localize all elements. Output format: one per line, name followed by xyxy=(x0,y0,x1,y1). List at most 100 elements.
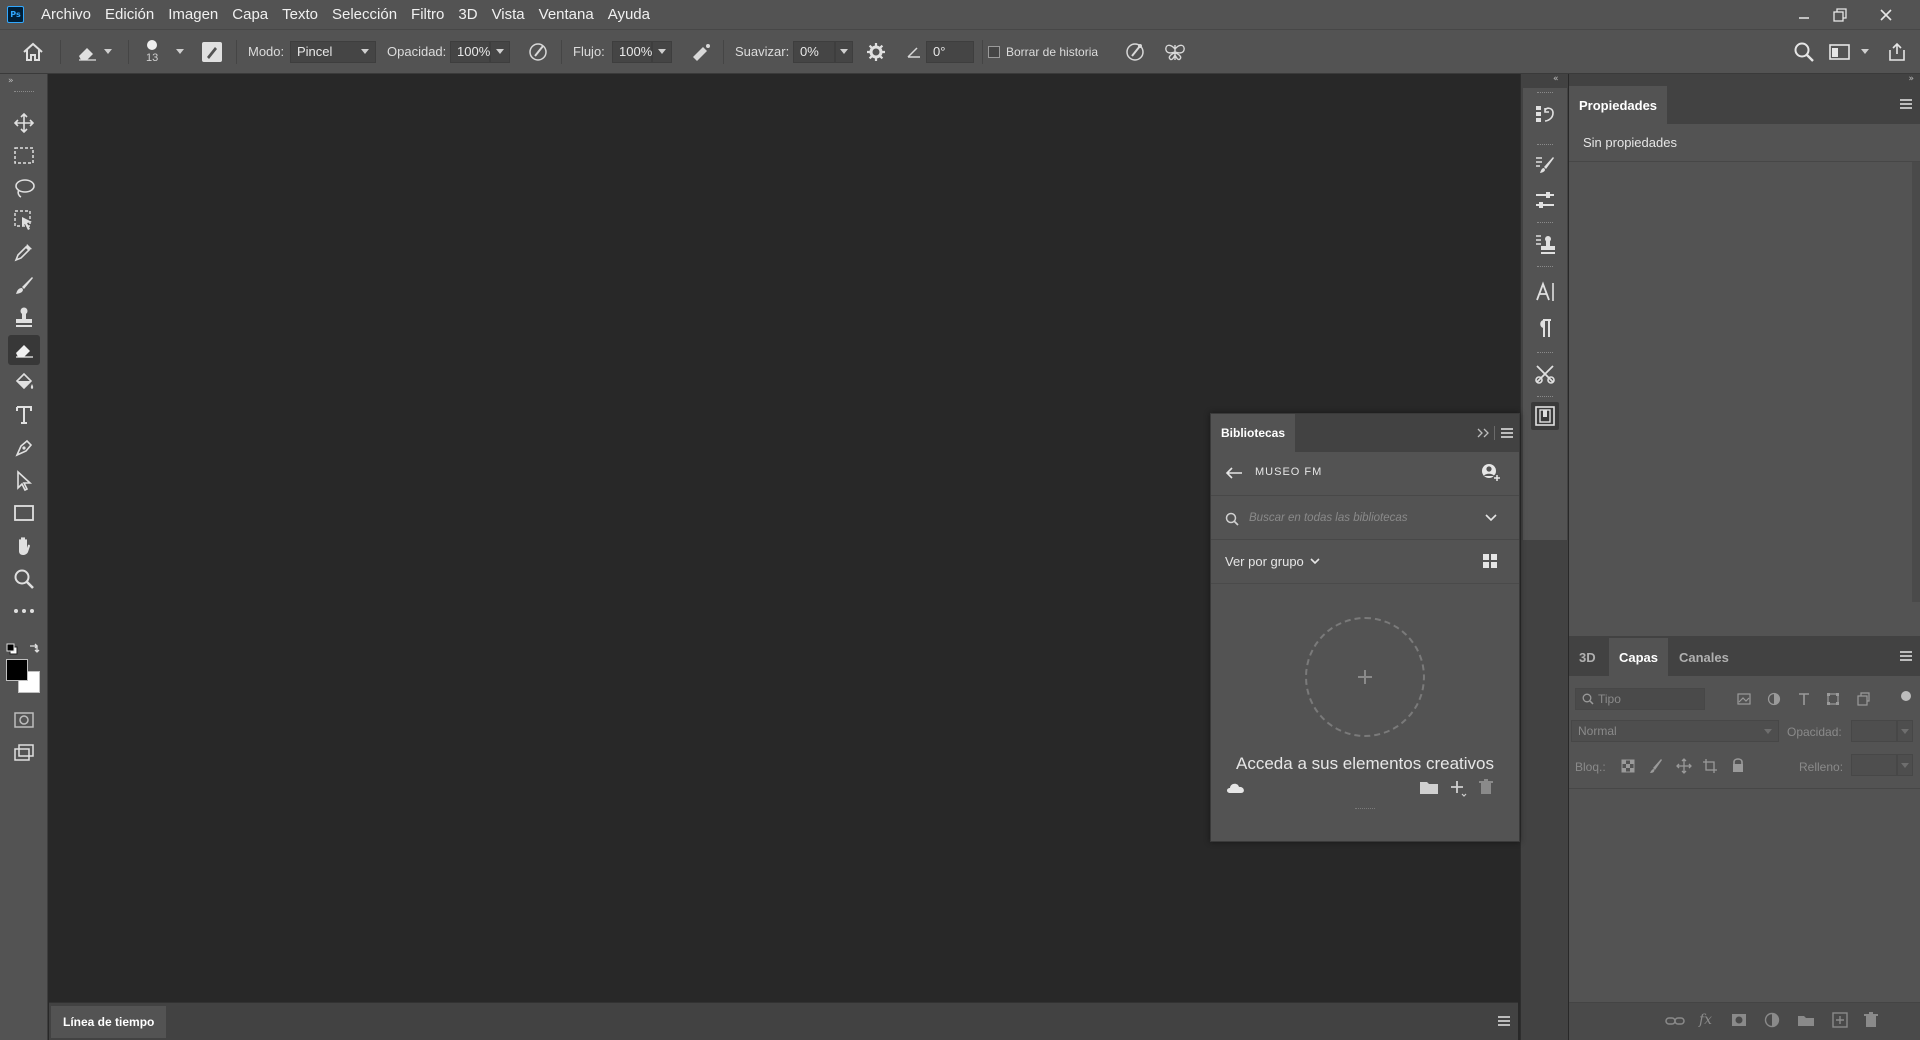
brush-settings-button[interactable] xyxy=(201,30,223,73)
quick-mask-button[interactable] xyxy=(8,705,40,735)
menu-filtro[interactable]: Filtro xyxy=(404,0,451,29)
delete-layer-icon[interactable] xyxy=(1864,1012,1878,1028)
collapse-panels-icon[interactable]: » xyxy=(1908,74,1914,84)
eraser-tool[interactable] xyxy=(8,335,40,365)
erase-history-checkbox[interactable]: Borrar de historia xyxy=(988,30,1098,73)
menu-archivo[interactable]: Archivo xyxy=(34,0,98,29)
brush-preset-picker[interactable]: 13 xyxy=(146,30,158,73)
pressure-opacity-button[interactable] xyxy=(527,30,549,73)
lock-position-icon[interactable] xyxy=(1676,758,1692,774)
lasso-tool[interactable] xyxy=(8,173,40,203)
tab-properties[interactable]: Propiedades xyxy=(1569,86,1668,124)
panel-grip[interactable] xyxy=(1537,266,1553,268)
blend-mode-select[interactable]: Normal xyxy=(1571,720,1779,742)
new-layer-icon[interactable] xyxy=(1832,1012,1848,1028)
menu-ventana[interactable]: Ventana xyxy=(532,0,601,29)
layer-filter-select[interactable]: Tipo xyxy=(1575,688,1705,710)
swap-colors-button[interactable] xyxy=(28,639,40,658)
lock-all-icon[interactable] xyxy=(1731,757,1745,773)
panel-grip[interactable] xyxy=(1537,352,1553,354)
pixel-filter-icon[interactable] xyxy=(1737,693,1751,705)
opacity-dropdown[interactable] xyxy=(490,40,510,63)
marquee-tool[interactable] xyxy=(8,141,40,171)
shape-filter-icon[interactable] xyxy=(1826,692,1840,706)
paragraph-panel-button[interactable] xyxy=(1531,314,1559,342)
adjustments-panel-button[interactable] xyxy=(1531,186,1559,214)
folder-icon[interactable] xyxy=(1419,779,1439,795)
smoothing-dropdown[interactable] xyxy=(835,40,853,63)
hand-tool[interactable] xyxy=(8,531,40,561)
adjustment-filter-icon[interactable] xyxy=(1767,692,1781,706)
screen-mode-button[interactable] xyxy=(8,738,40,768)
lock-pixels-icon[interactable] xyxy=(1649,758,1663,774)
workspace-switcher[interactable] xyxy=(1829,30,1869,73)
libraries-panel-menu[interactable] xyxy=(1501,428,1513,438)
eyedropper-tool[interactable] xyxy=(8,237,40,267)
tab-layers[interactable]: Capas xyxy=(1609,638,1669,676)
mode-select[interactable]: Pincel xyxy=(290,40,376,63)
chevron-down-icon[interactable] xyxy=(1485,514,1497,522)
adjustment-layer-icon[interactable] xyxy=(1764,1012,1780,1028)
brush-tool[interactable] xyxy=(8,270,40,300)
paint-bucket-tool[interactable] xyxy=(8,368,40,398)
cloud-icon[interactable] xyxy=(1225,780,1247,794)
collapse-toolbar-icon[interactable]: » xyxy=(8,76,14,86)
add-collaborator-icon[interactable] xyxy=(1480,463,1502,483)
default-colors-button[interactable] xyxy=(6,640,18,659)
smart-object-filter-icon[interactable] xyxy=(1856,692,1870,706)
brush-settings-panel-button[interactable] xyxy=(1531,150,1559,178)
layer-opacity-dropdown[interactable] xyxy=(1897,720,1913,742)
tool-presets-panel-button[interactable] xyxy=(1531,360,1559,388)
share-button[interactable] xyxy=(1887,30,1907,73)
tab-timeline[interactable]: Línea de tiempo xyxy=(51,1006,167,1038)
menu-vista[interactable]: Vista xyxy=(485,0,532,29)
lock-transparent-icon[interactable] xyxy=(1621,759,1635,773)
move-tool[interactable] xyxy=(8,108,40,138)
flow-input[interactable]: 100% xyxy=(612,40,652,63)
restore-button[interactable] xyxy=(1822,0,1858,29)
filter-toggle-icon[interactable] xyxy=(1901,691,1911,701)
libraries-panel-button[interactable] xyxy=(1531,402,1559,430)
airbrush-button[interactable] xyxy=(689,30,713,73)
layers-panel-menu[interactable] xyxy=(1900,651,1912,661)
panel-grip[interactable] xyxy=(1537,144,1553,146)
menu-ayuda[interactable]: Ayuda xyxy=(601,0,657,29)
panel-grip[interactable] xyxy=(1537,92,1553,94)
toolbar-grip[interactable] xyxy=(14,91,34,92)
menu-texto[interactable]: Texto xyxy=(275,0,325,29)
type-filter-icon[interactable] xyxy=(1797,692,1811,706)
properties-panel-menu[interactable] xyxy=(1900,99,1912,109)
symmetry-button[interactable] xyxy=(1163,30,1187,73)
zoom-tool[interactable] xyxy=(8,564,40,594)
properties-scrollbar[interactable] xyxy=(1912,162,1920,602)
foreground-color-swatch[interactable] xyxy=(6,659,28,681)
menu-edicion[interactable]: Edición xyxy=(98,0,161,29)
tool-preset-picker[interactable] xyxy=(76,30,112,73)
opacity-input[interactable]: 100% xyxy=(450,40,490,63)
character-panel-button[interactable] xyxy=(1531,278,1559,306)
menu-capa[interactable]: Capa xyxy=(225,0,275,29)
clone-source-panel-button[interactable] xyxy=(1531,230,1559,258)
tab-3d[interactable]: 3D xyxy=(1569,638,1606,676)
add-element-icon[interactable] xyxy=(1449,779,1467,797)
search-button[interactable] xyxy=(1793,30,1815,73)
angle-input[interactable]: 0° xyxy=(926,40,974,63)
smoothing-input[interactable]: 0% xyxy=(793,40,835,63)
fill-input[interactable] xyxy=(1851,754,1897,776)
trash-icon[interactable] xyxy=(1479,779,1493,795)
edit-toolbar-button[interactable] xyxy=(8,596,40,626)
menu-3d[interactable]: 3D xyxy=(451,0,484,29)
menu-seleccion[interactable]: Selección xyxy=(325,0,404,29)
menu-imagen[interactable]: Imagen xyxy=(161,0,225,29)
rectangle-tool[interactable] xyxy=(8,498,40,528)
layer-style-fx-icon[interactable]: fx xyxy=(1699,1012,1712,1028)
pen-tool[interactable] xyxy=(8,433,40,463)
back-arrow-icon[interactable] xyxy=(1225,466,1243,480)
clone-stamp-tool[interactable] xyxy=(8,302,40,332)
grid-view-icon[interactable] xyxy=(1483,554,1498,569)
object-selection-tool[interactable] xyxy=(8,205,40,235)
collapse-panel-icon[interactable] xyxy=(1477,428,1491,438)
flow-dropdown[interactable] xyxy=(652,40,672,63)
view-by-group-select[interactable]: Ver por grupo xyxy=(1225,554,1320,569)
link-layers-icon[interactable] xyxy=(1665,1015,1685,1027)
